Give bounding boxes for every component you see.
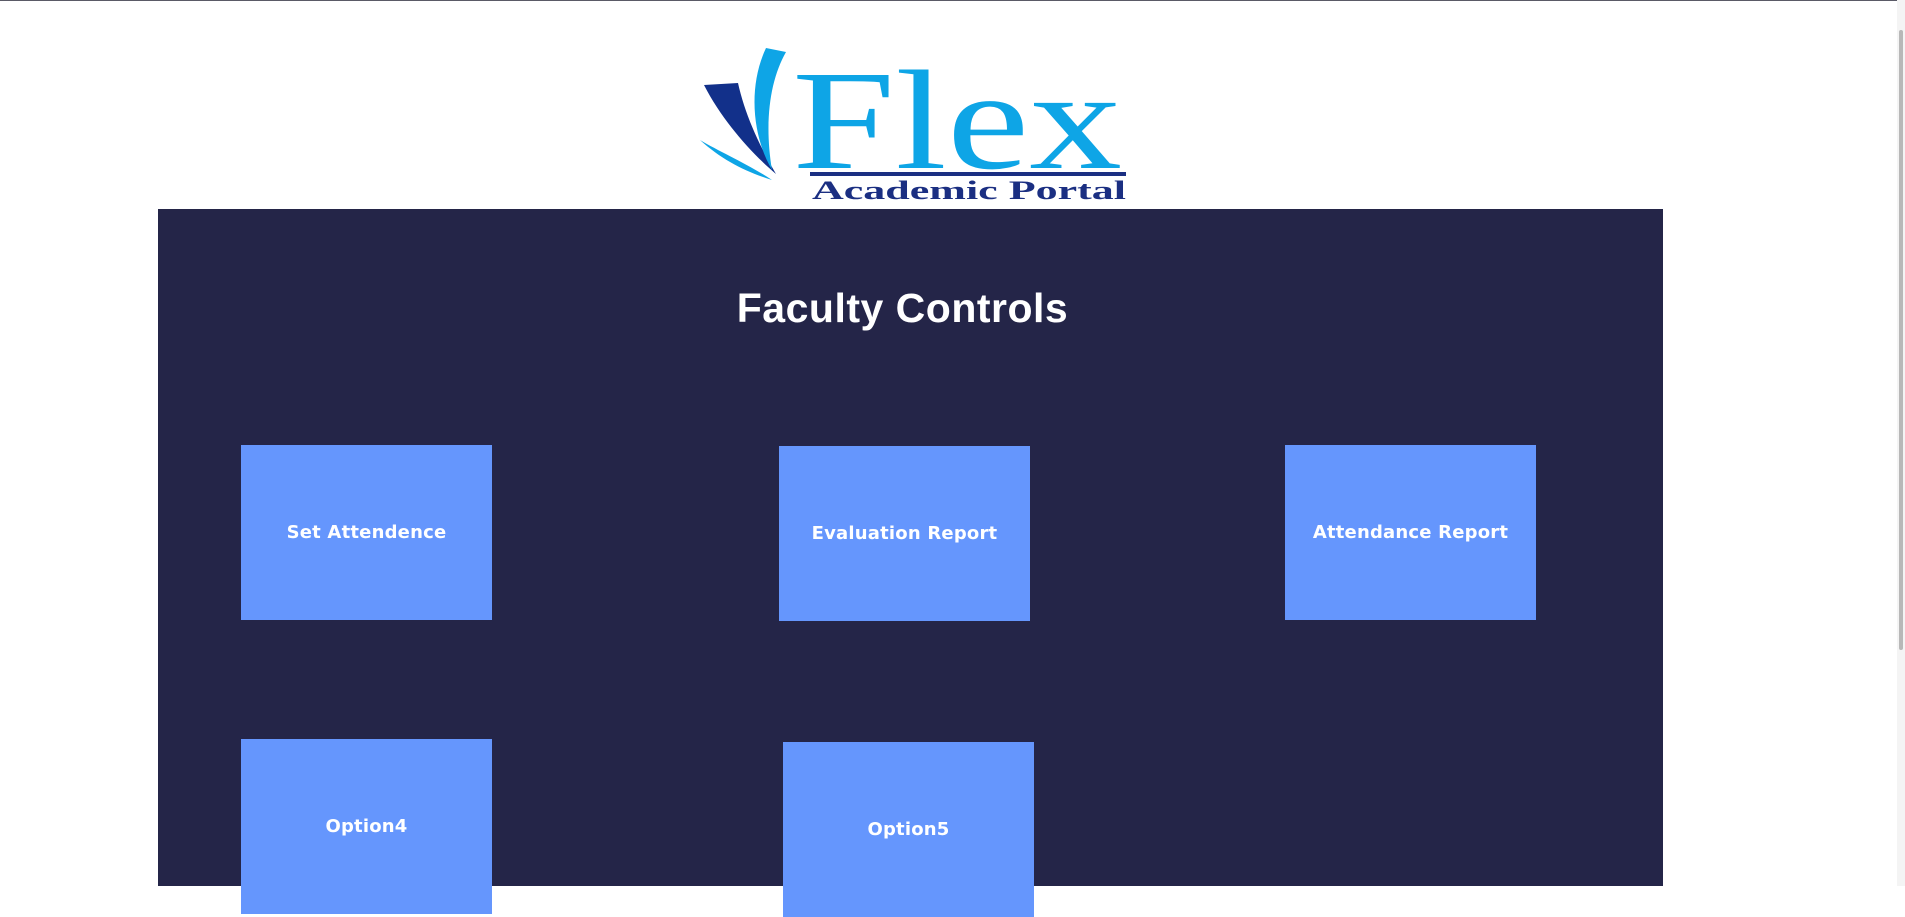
- set-attendence-button[interactable]: Set Attendence: [241, 445, 492, 620]
- faculty-controls-panel: Faculty Controls Set Attendence Evaluati…: [158, 209, 1663, 917]
- tile-label: Option4: [325, 816, 408, 837]
- page-title: Faculty Controls: [736, 285, 1069, 331]
- tile-label: Evaluation Report: [811, 523, 998, 544]
- tile-label: Option5: [867, 819, 950, 840]
- vertical-scrollbar[interactable]: [1897, 0, 1905, 886]
- option4-button[interactable]: Option4: [241, 739, 492, 914]
- evaluation-report-button[interactable]: Evaluation Report: [779, 446, 1030, 621]
- option5-button[interactable]: Option5: [783, 742, 1034, 917]
- top-border: [0, 0, 1905, 1]
- attendance-report-button[interactable]: Attendance Report: [1285, 445, 1536, 620]
- logo-tagline: Academic Portal: [812, 176, 1126, 205]
- tile-label: Set Attendence: [286, 522, 447, 543]
- tile-label: Attendance Report: [1312, 522, 1509, 543]
- scrollbar-thumb[interactable]: [1899, 30, 1903, 650]
- flex-academic-portal-logo: Flex Academic Portal: [700, 40, 1130, 205]
